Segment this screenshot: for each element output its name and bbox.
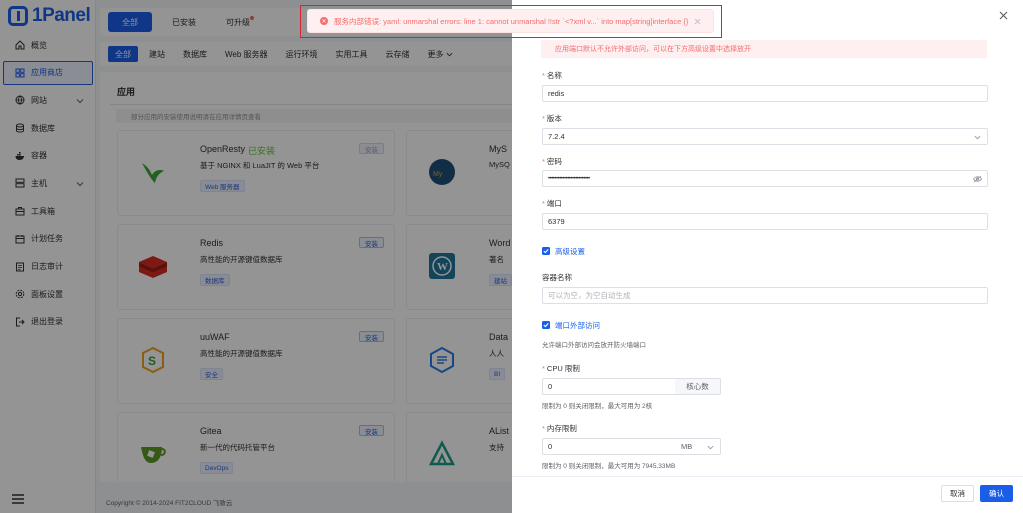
required-mark: *: [542, 157, 545, 166]
label-text: 版本: [546, 114, 562, 123]
modal-overlay[interactable]: [0, 0, 512, 513]
password-input[interactable]: ••••••••••••••••••••••••••: [542, 170, 988, 187]
error-message: 服务内部错误: yaml: unmarshal errors: line 1: …: [334, 16, 689, 26]
cpu-hint: 限制为 0 则关闭限制，最大可用为 2核: [542, 403, 653, 410]
cpu-input[interactable]: 0: [542, 378, 676, 395]
close-icon[interactable]: [999, 11, 1008, 20]
close-icon[interactable]: [694, 18, 701, 25]
error-icon: ✕: [320, 17, 328, 25]
external-access-hint: 允许端口外部访问会放开防火墙端口: [542, 342, 646, 349]
version-label: * 版本: [542, 113, 562, 124]
label-text: 端口: [546, 199, 562, 208]
eye-icon[interactable]: [973, 175, 982, 183]
version-value: 7.2.4: [548, 132, 565, 141]
name-input[interactable]: redis: [542, 85, 988, 102]
required-mark: *: [542, 364, 545, 373]
password-value: ••••••••••••••••••••••••••: [548, 175, 590, 182]
port-warning: 应用端口默认不允许外部访问，可以在下方高级设置中选择放开: [541, 40, 987, 58]
divider: [512, 476, 1023, 477]
label-text: 内存限制: [546, 424, 577, 433]
required-mark: *: [542, 424, 545, 433]
chevron-down-icon: [707, 445, 714, 450]
checkmark-icon: [543, 249, 549, 254]
container-name-input[interactable]: 可以为空，为空自动生成: [542, 287, 988, 304]
cancel-button[interactable]: 取消: [941, 485, 974, 502]
error-toast: ✕ 服务内部错误: yaml: unmarshal errors: line 1…: [300, 5, 722, 38]
confirm-button[interactable]: 确认: [980, 485, 1013, 502]
password-label: * 密码: [542, 156, 562, 167]
label-text: 名称: [546, 71, 562, 80]
memory-label: * 内存限制: [542, 423, 577, 434]
container-name-label: 容器名称: [542, 273, 572, 282]
chevron-down-icon: [974, 135, 981, 140]
install-drawer: 应用端口默认不允许外部访问，可以在下方高级设置中选择放开 * 名称 redis *…: [512, 0, 1023, 513]
checkmark-icon: [543, 323, 549, 328]
error-message-box: ✕ 服务内部错误: yaml: unmarshal errors: line 1…: [307, 9, 714, 33]
label-text: 密码: [546, 157, 562, 166]
advanced-checkbox[interactable]: [542, 247, 550, 255]
memory-input[interactable]: 0: [542, 438, 676, 455]
memory-hint: 限制为 0 则关闭限制，最大可用为 7945.33MB: [542, 463, 676, 470]
external-access-checkbox[interactable]: [542, 321, 550, 329]
memory-unit-select[interactable]: MB: [675, 438, 721, 455]
version-select[interactable]: 7.2.4: [542, 128, 988, 145]
required-mark: *: [542, 71, 545, 80]
cpu-label: * CPU 限制: [542, 363, 580, 374]
advanced-label[interactable]: 高级设置: [555, 246, 585, 257]
cpu-unit: 核心数: [675, 378, 721, 395]
required-mark: *: [542, 114, 545, 123]
external-access-label[interactable]: 端口外部访问: [555, 320, 600, 331]
required-mark: *: [542, 199, 545, 208]
port-label: * 端口: [542, 198, 562, 209]
port-input[interactable]: 6379: [542, 213, 988, 230]
label-text: CPU 限制: [546, 364, 580, 373]
memory-unit-value: MB: [681, 442, 693, 451]
name-label: * 名称: [542, 70, 562, 81]
